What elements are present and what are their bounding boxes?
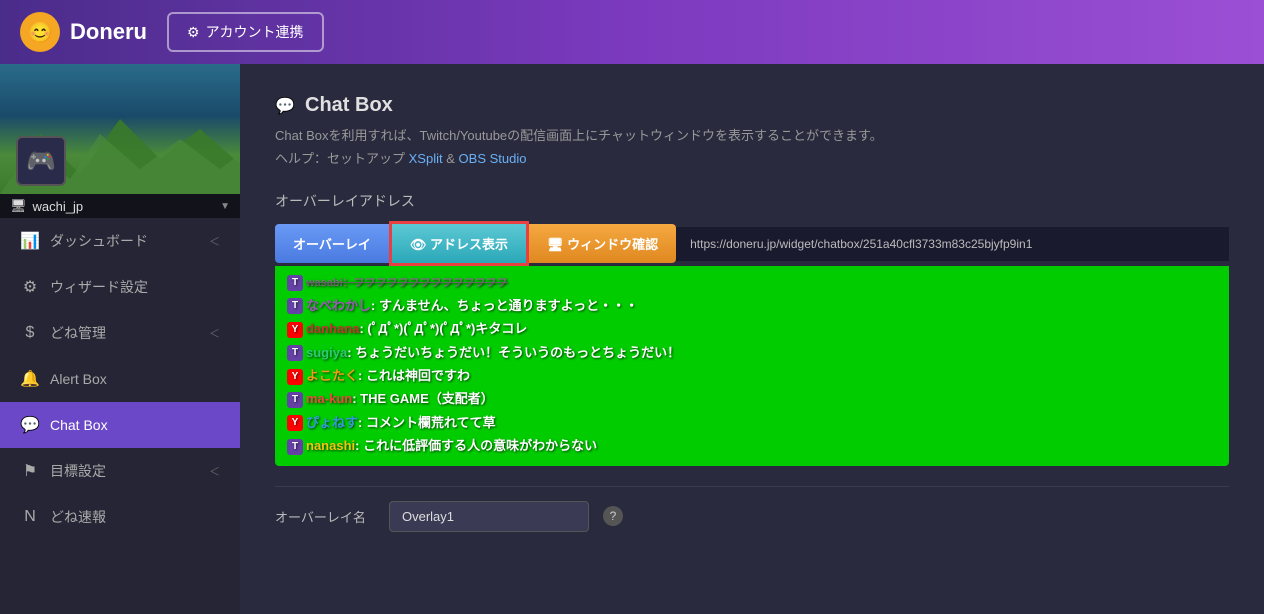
nav-icon-done-news: N <box>20 508 40 526</box>
nav-chevron-goal: ＜ <box>209 463 220 479</box>
window-confirm-button[interactable]: 🖥 ウィンドウ確認 <box>529 224 676 263</box>
address-display-button[interactable]: 👁 アドレス表示 <box>389 221 529 266</box>
sidebar-item-chat-box[interactable]: 💬 Chat Box <box>0 402 240 448</box>
nav-label-done-news: どね速報 <box>50 507 220 527</box>
platform-icon: T <box>287 345 303 361</box>
username: sugiya <box>306 345 347 360</box>
nav-label-alert-box: Alert Box <box>50 371 220 387</box>
overlay-name-input[interactable] <box>389 501 589 532</box>
platform-icon: Y <box>287 415 303 431</box>
nav-icon-done-manage: $ <box>20 324 40 342</box>
help-text: ヘルプ：セットアップ <box>275 151 405 166</box>
overlay-button[interactable]: オーバーレイ <box>275 224 389 263</box>
user-name-bar[interactable]: 🖥 wachi_jp ▼ <box>0 194 240 218</box>
platform-icon: Y <box>287 322 303 338</box>
username: ma-kun <box>306 391 352 406</box>
main-layout: 🎮 🖥 wachi_jp ▼ 📊 ダッシュボード ＜ ⚙ ウィザード設定 $ ど… <box>0 64 1264 614</box>
overlay-name-label: オーバーレイ名 <box>275 507 375 526</box>
chat-message: Tma-kun: THE GAME（支配者） <box>287 387 1217 410</box>
nav-label-chat-box: Chat Box <box>50 417 220 433</box>
sidebar-item-goal[interactable]: ⚑ 目標設定 ＜ <box>0 448 240 494</box>
monitor-icon: 🖥 <box>10 198 27 214</box>
nav-label-done-manage: どね管理 <box>50 323 199 343</box>
nav-container: 📊 ダッシュボード ＜ ⚙ ウィザード設定 $ どね管理 ＜ 🔔 Alert B… <box>0 218 240 540</box>
platform-icon: Y <box>287 369 303 385</box>
nav-label-dashboard: ダッシュボード <box>50 231 199 251</box>
nav-label-wizard: ウィザード設定 <box>50 277 220 297</box>
page-header: 💬 Chat Box <box>275 94 1229 117</box>
sidebar-item-done-news[interactable]: N どね速報 <box>0 494 240 540</box>
avatar: 🎮 <box>16 136 66 186</box>
chat-preview-box: Twasabi：フフフフフフフフフフフフフフTなべわかし: すんません、ちょっと… <box>275 266 1229 466</box>
gear-icon: ⚙ <box>187 24 200 41</box>
nav-icon-wizard: ⚙ <box>20 277 40 297</box>
obs-link[interactable]: OBS Studio <box>459 151 527 166</box>
overlay-name-row: オーバーレイ名 ? <box>275 486 1229 546</box>
user-area: 🎮 <box>0 64 240 194</box>
content-area: 💬 Chat Box Chat Boxを利用すれば、Twitch/Youtube… <box>240 64 1264 614</box>
page-description: Chat Boxを利用すれば、Twitch/Youtubeの配信画面上にチャット… <box>275 125 1229 144</box>
nav-label-goal: 目標設定 <box>50 461 199 481</box>
username: danhana <box>306 321 359 336</box>
username: よこたく <box>306 368 358 383</box>
nav-icon-alert-box: 🔔 <box>20 369 40 389</box>
username: nanashi <box>306 438 355 453</box>
page-title: Chat Box <box>305 94 393 117</box>
nav-icon-chat-box: 💬 <box>20 415 40 435</box>
logo-area: 😊 Doneru <box>20 12 147 52</box>
user-chevron-icon: ▼ <box>220 201 230 212</box>
chat-message: Tなべわかし: すんません、ちょっと通りますよっと・・・ <box>287 294 1217 317</box>
header: 😊 Doneru ⚙ アカウント連携 <box>0 0 1264 64</box>
help-icon[interactable]: ? <box>603 506 623 526</box>
page-help-links: ヘルプ：セットアップ XSplit & OBS Studio <box>275 148 1229 167</box>
overlay-address-label: オーバーレイアドレス <box>275 191 1229 211</box>
chat-box-icon: 💬 <box>275 96 295 116</box>
chat-message: Tsugiya: ちょうだいちょうだい！そういうのもっとちょうだい！ <box>287 341 1217 364</box>
nav-icon-dashboard: 📊 <box>20 231 40 251</box>
username: なべわかし <box>306 298 371 313</box>
logo-emoji: 😊 <box>28 20 53 45</box>
nav-chevron-done-manage: ＜ <box>209 325 220 341</box>
username-label: wachi_jp <box>33 199 84 214</box>
platform-icon: T <box>287 275 303 291</box>
platform-icon: T <box>287 439 303 455</box>
nav-icon-goal: ⚑ <box>20 461 40 481</box>
chat-message: Yよこたく: これは神回ですわ <box>287 364 1217 387</box>
chat-message: Twasabi：フフフフフフフフフフフフフフ <box>287 274 1217 294</box>
sidebar-item-done-manage[interactable]: $ どね管理 ＜ <box>0 310 240 356</box>
xsplit-link[interactable]: XSplit <box>409 151 443 166</box>
logo-text: Doneru <box>70 19 147 45</box>
sidebar: 🎮 🖥 wachi_jp ▼ 📊 ダッシュボード ＜ ⚙ ウィザード設定 $ ど… <box>0 64 240 614</box>
sidebar-item-wizard[interactable]: ⚙ ウィザード設定 <box>0 264 240 310</box>
account-link-button[interactable]: ⚙ アカウント連携 <box>167 12 324 52</box>
amp-text: & <box>446 151 458 166</box>
logo-icon: 😊 <box>20 12 60 52</box>
overlay-url-display: https://doneru.jp/widget/chatbox/251a40c… <box>676 227 1229 261</box>
account-link-label: アカウント連携 <box>206 22 304 42</box>
chat-message: Ydanhana: (ﾟДﾟ*)(ﾟДﾟ*)(ﾟДﾟ*)キタコレ <box>287 317 1217 340</box>
sidebar-item-dashboard[interactable]: 📊 ダッシュボード ＜ <box>0 218 240 264</box>
platform-icon: T <box>287 392 303 408</box>
overlay-buttons-row: オーバーレイ 👁 アドレス表示 🖥 ウィンドウ確認 https://doneru… <box>275 221 1229 266</box>
sidebar-item-alert-box[interactable]: 🔔 Alert Box <box>0 356 240 402</box>
chat-message: Yぴょねす: コメント欄荒れてて草 <box>287 411 1217 434</box>
platform-icon: T <box>287 298 303 314</box>
chat-message: Tnanashi: これに低評価する人の意味がわからない <box>287 434 1217 457</box>
nav-chevron-dashboard: ＜ <box>209 233 220 249</box>
user-background: 🎮 <box>0 64 240 194</box>
username: ぴょねす <box>306 415 358 430</box>
